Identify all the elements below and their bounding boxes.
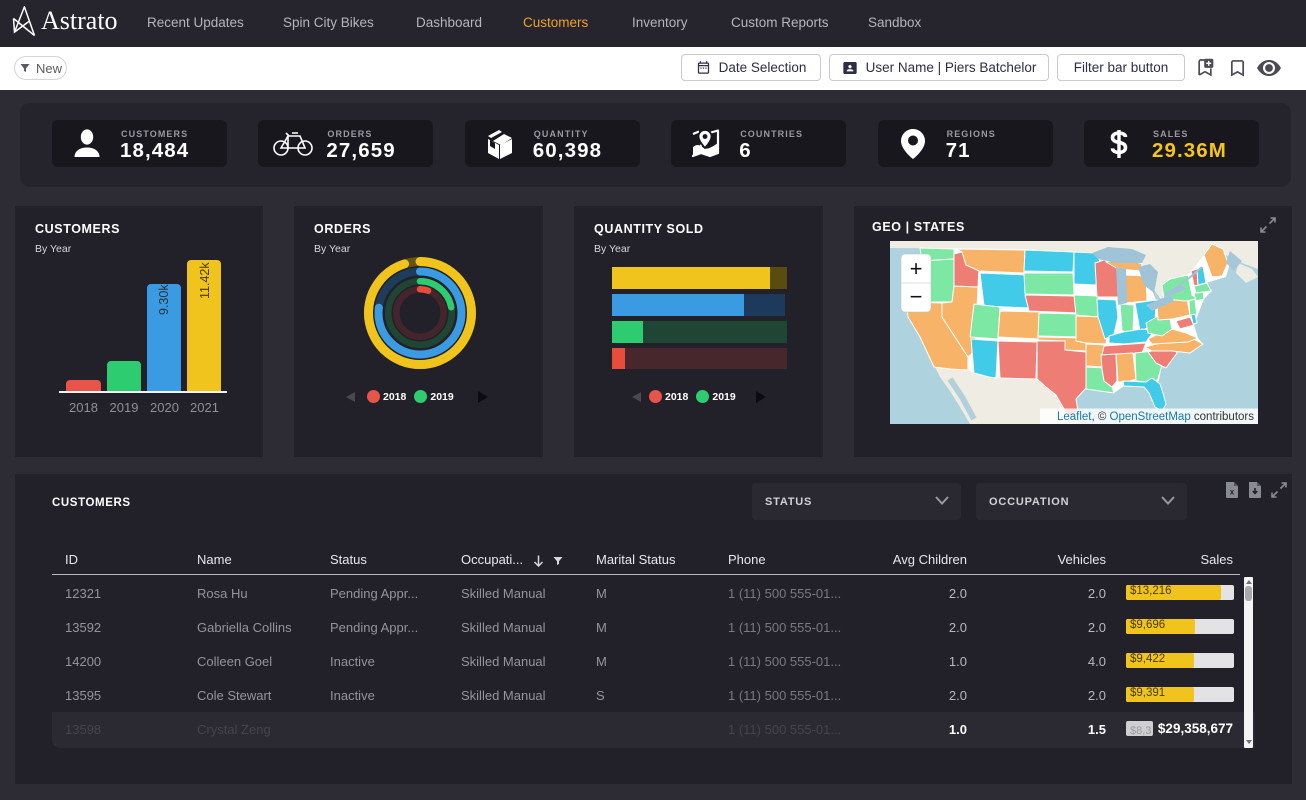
svg-text:+: + bbox=[910, 256, 923, 281]
svg-text:x: x bbox=[1230, 488, 1235, 497]
svg-text:−: − bbox=[910, 284, 923, 309]
svg-text:​Leaflet, © OpenStreetMap cont: ​Leaflet, © OpenStreetMap contributors bbox=[1057, 411, 1254, 423]
